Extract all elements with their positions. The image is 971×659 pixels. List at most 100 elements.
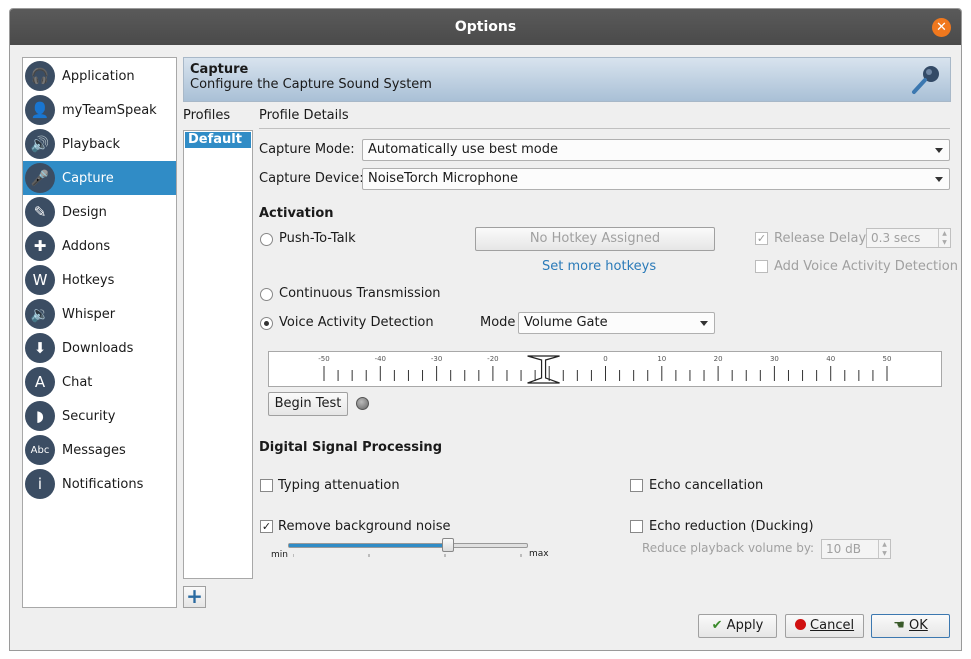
- capture-device-select[interactable]: NoiseTorch Microphone: [362, 168, 950, 190]
- sidebar-item-chat[interactable]: A Chat: [23, 365, 176, 399]
- shield-icon: ◗: [25, 401, 55, 431]
- hotkey-button[interactable]: No Hotkey Assigned: [475, 227, 715, 251]
- cancel-button[interactable]: Cancel: [785, 614, 864, 638]
- meter-tick-label: -20: [487, 355, 498, 363]
- sidebar-item-messages[interactable]: Abc Messages: [23, 433, 176, 467]
- sidebar-item-hotkeys[interactable]: W Hotkeys: [23, 263, 176, 297]
- release-delay-label: Release Delay: [774, 231, 867, 246]
- meter-tick-label: 20: [714, 355, 723, 363]
- sidebar-item-label: Chat: [62, 374, 93, 390]
- add-profile-button[interactable]: +: [183, 586, 206, 608]
- close-button[interactable]: ✕: [932, 18, 951, 37]
- section-title: Capture: [190, 62, 249, 77]
- level-scale: -50 -40 -30 -20 0 10 20 30 40 50: [318, 355, 891, 384]
- release-delay-checkbox[interactable]: ✓: [755, 232, 768, 245]
- chevron-down-icon: [700, 321, 708, 326]
- section-header: Capture Configure the Capture Sound Syst…: [183, 57, 951, 102]
- echo-reduction-label[interactable]: Echo reduction (Ducking): [649, 519, 814, 534]
- begin-test-button[interactable]: Begin Test: [268, 392, 348, 416]
- apply-label: Apply: [726, 618, 764, 633]
- push-to-talk-label[interactable]: Push-To-Talk: [279, 231, 356, 246]
- sidebar-item-myteamspeak[interactable]: 👤 myTeamSpeak: [23, 93, 176, 127]
- add-vad-checkbox[interactable]: [755, 260, 768, 273]
- sidebar-item-label: myTeamSpeak: [62, 102, 157, 118]
- threshold-marker[interactable]: [527, 355, 560, 384]
- reduce-volume-label: Reduce playback volume by:: [642, 541, 815, 555]
- voice-activity-label[interactable]: Voice Activity Detection: [279, 315, 434, 330]
- release-delay-spinbox[interactable]: 0.3 secs ▲ ▼: [866, 228, 951, 248]
- mode-select[interactable]: Volume Gate: [518, 312, 715, 334]
- sidebar-item-capture[interactable]: 🎤 Capture: [23, 161, 176, 195]
- details-divider: [259, 128, 950, 129]
- microphone-icon: [912, 66, 939, 94]
- echo-cancellation-label[interactable]: Echo cancellation: [649, 478, 763, 493]
- sidebar-item-label: Capture: [62, 170, 114, 186]
- noise-slider-handle[interactable]: [442, 538, 455, 552]
- close-icon: ✕: [936, 20, 947, 35]
- noise-slider[interactable]: [288, 538, 528, 552]
- design-icon: ✎: [25, 197, 55, 227]
- meter-tick-label: -40: [375, 355, 386, 363]
- meter-tick-label: 30: [770, 355, 779, 363]
- spin-arrows-icon[interactable]: ▲ ▼: [878, 540, 890, 558]
- set-more-hotkeys-link[interactable]: Set more hotkeys: [542, 259, 656, 274]
- chevron-down-icon: [935, 148, 943, 153]
- test-indicator-led: [356, 397, 369, 410]
- continuous-transmission-label[interactable]: Continuous Transmission: [279, 286, 441, 301]
- sidebar-item-downloads[interactable]: ⬇ Downloads: [23, 331, 176, 365]
- puzzle-icon: ✚: [25, 231, 55, 261]
- ok-button[interactable]: ☚ OK: [871, 614, 950, 638]
- check-icon: ✔: [711, 618, 723, 633]
- typing-attenuation-checkbox[interactable]: [260, 479, 273, 492]
- meter-tick-label: -50: [318, 355, 329, 363]
- continuous-transmission-radio[interactable]: [260, 288, 273, 301]
- sidebar-item-application[interactable]: 🎧 Application: [23, 59, 176, 93]
- meter-tick-label: -30: [431, 355, 442, 363]
- voice-activity-radio[interactable]: [260, 317, 273, 330]
- capture-device-value: NoiseTorch Microphone: [368, 171, 518, 186]
- ok-label: OK: [909, 618, 928, 633]
- sidebar-item-notifications[interactable]: i Notifications: [23, 467, 176, 501]
- meter-tick-label: 0: [603, 355, 607, 363]
- apply-button[interactable]: ✔ Apply: [698, 614, 777, 638]
- typing-attenuation-label[interactable]: Typing attenuation: [278, 478, 400, 493]
- profiles-label: Profiles: [183, 108, 231, 123]
- sidebar-item-label: Addons: [62, 238, 111, 254]
- spin-arrows-icon[interactable]: ▲ ▼: [938, 229, 950, 247]
- sidebar-item-label: Downloads: [62, 340, 134, 356]
- remove-noise-label[interactable]: Remove background noise: [278, 519, 451, 534]
- user-icon: 👤: [25, 95, 55, 125]
- activation-heading: Activation: [259, 206, 334, 221]
- sidebar-item-whisper[interactable]: 🔉 Whisper: [23, 297, 176, 331]
- title-bar: Options ✕: [10, 9, 961, 45]
- chat-icon: A: [25, 367, 55, 397]
- meter-tick-label: 10: [657, 355, 666, 363]
- sidebar-item-playback[interactable]: 🔊 Playback: [23, 127, 176, 161]
- sidebar-item-security[interactable]: ◗ Security: [23, 399, 176, 433]
- voice-level-meter[interactable]: -50 -40 -30 -20 0 10 20 30 40 50: [268, 351, 942, 387]
- sidebar-item-label: Notifications: [62, 476, 144, 492]
- cancel-icon: [794, 619, 806, 630]
- echo-reduction-checkbox[interactable]: [630, 520, 643, 533]
- push-to-talk-radio[interactable]: [260, 233, 273, 246]
- profiles-list[interactable]: Default: [183, 130, 253, 579]
- info-icon: i: [25, 469, 55, 499]
- sidebar-item-label: Playback: [62, 136, 121, 152]
- sidebar-item-design[interactable]: ✎ Design: [23, 195, 176, 229]
- speaker-icon: 🔊: [25, 129, 55, 159]
- echo-cancellation-checkbox[interactable]: [630, 479, 643, 492]
- mode-label: Mode: [480, 315, 516, 330]
- capture-mode-value: Automatically use best mode: [368, 142, 558, 157]
- noise-slider-fill: [289, 544, 449, 547]
- mode-value: Volume Gate: [524, 315, 608, 330]
- whisper-icon: 🔉: [25, 299, 55, 329]
- slider-min-label: min: [271, 550, 288, 560]
- capture-mode-select[interactable]: Automatically use best mode: [362, 139, 950, 161]
- sidebar-item-label: Whisper: [62, 306, 116, 322]
- profile-item-default[interactable]: Default: [185, 132, 251, 148]
- sidebar-item-addons[interactable]: ✚ Addons: [23, 229, 176, 263]
- meter-tick-label: 40: [826, 355, 835, 363]
- reduce-volume-value: 10 dB: [826, 542, 861, 556]
- remove-noise-checkbox[interactable]: ✓: [260, 520, 273, 533]
- reduce-volume-spinbox[interactable]: 10 dB ▲ ▼: [821, 539, 891, 559]
